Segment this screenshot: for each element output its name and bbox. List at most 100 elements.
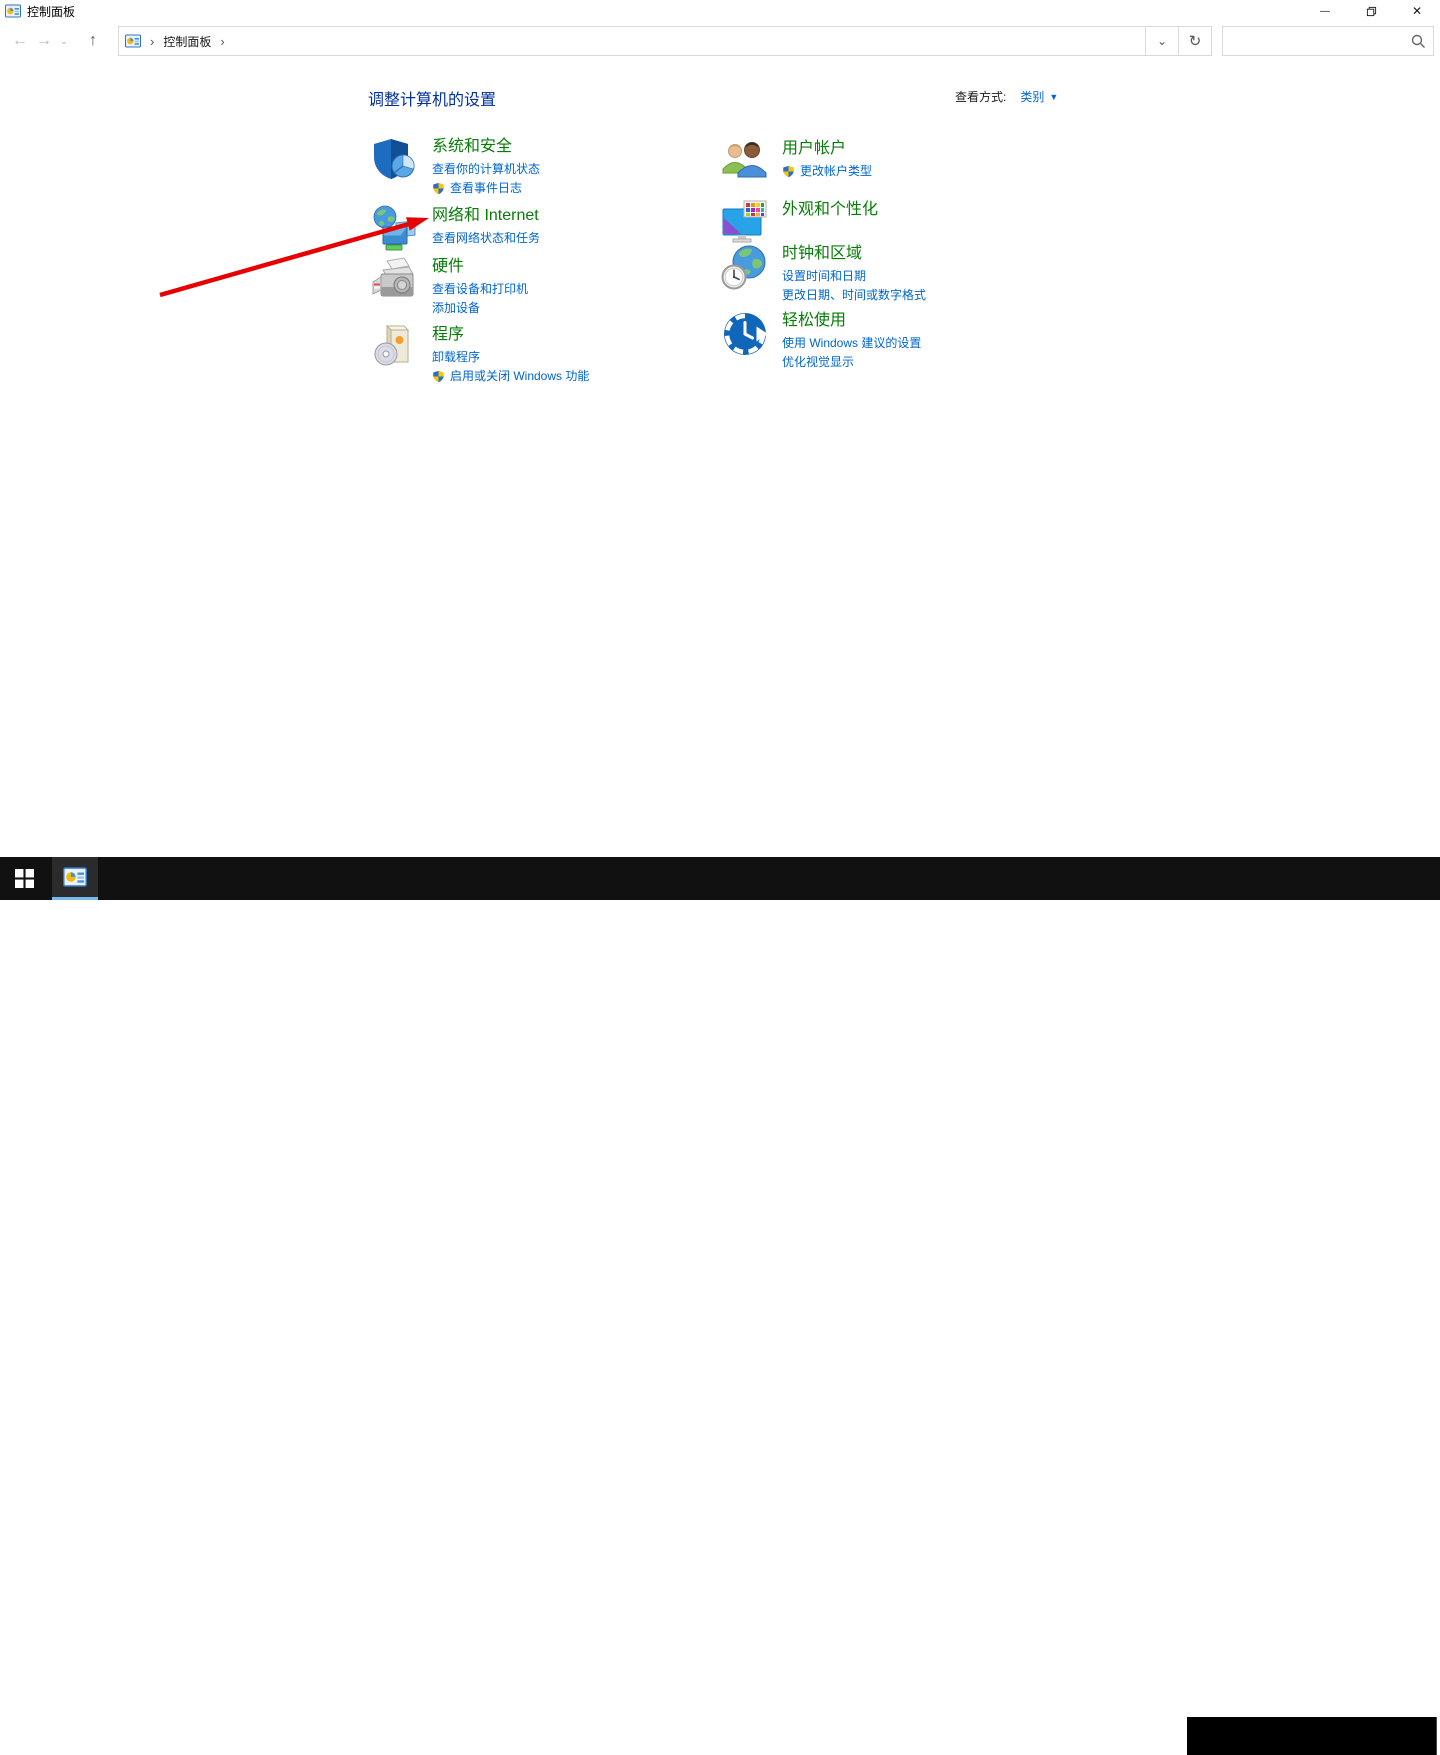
category-hardware: 硬件查看设备和打印机添加设备 <box>371 256 528 318</box>
category-programs: 程序卸载程序启用或关闭 Windows 功能 <box>371 324 589 386</box>
category-task-link[interactable]: 使用 Windows 建议的设置 <box>782 334 921 353</box>
category-task-link[interactable]: 查看设备和打印机 <box>432 280 528 299</box>
category-text: 轻松使用使用 Windows 建议的设置优化视觉显示 <box>782 310 921 372</box>
appearance-icon[interactable] <box>721 199 769 247</box>
category-title-link[interactable]: 硬件 <box>432 257 528 277</box>
taskbar-app-control-panel[interactable] <box>52 857 98 900</box>
category-user-accounts: 用户帐户更改帐户类型 <box>721 138 872 186</box>
close-icon: ✕ <box>1412 4 1422 18</box>
start-button[interactable] <box>0 857 48 900</box>
category-text: 程序卸载程序启用或关闭 Windows 功能 <box>432 324 589 386</box>
task-link-label: 设置时间和日期 <box>782 267 866 286</box>
category-title-link[interactable]: 用户帐户 <box>782 139 872 159</box>
network-internet-icon[interactable] <box>371 205 419 253</box>
close-button[interactable]: ✕ <box>1394 0 1440 22</box>
windows-logo-icon <box>15 869 34 888</box>
address-bar[interactable]: › 控制面板 › ⌄ ↻ <box>118 26 1212 56</box>
clock-region-icon[interactable] <box>721 243 769 291</box>
task-link-label: 添加设备 <box>432 299 480 318</box>
refresh-button[interactable]: ↻ <box>1178 27 1211 55</box>
task-link-label: 查看设备和打印机 <box>432 280 528 299</box>
view-by-dropdown[interactable]: 类别 ▼ <box>1020 88 1058 105</box>
restore-button[interactable] <box>1348 0 1394 22</box>
uac-shield-icon <box>432 181 445 196</box>
window-controls: — ✕ <box>1302 0 1440 22</box>
category-task-link[interactable]: 优化视觉显示 <box>782 353 921 372</box>
category-clock-region: 时钟和区域设置时间和日期更改日期、时间或数字格式 <box>721 243 926 305</box>
category-text: 硬件查看设备和打印机添加设备 <box>432 256 528 318</box>
control-panel-icon <box>63 865 87 889</box>
hardware-icon[interactable] <box>371 256 419 304</box>
system-security-icon[interactable] <box>371 136 419 184</box>
page-title: 调整计算机的设置 <box>368 86 496 110</box>
task-link-label: 更改日期、时间或数字格式 <box>782 286 926 305</box>
programs-icon[interactable] <box>371 324 419 372</box>
category-title-link[interactable]: 时钟和区域 <box>782 244 926 264</box>
category-task-link[interactable]: 添加设备 <box>432 299 528 318</box>
category-text: 时钟和区域设置时间和日期更改日期、时间或数字格式 <box>782 243 926 305</box>
chevron-down-icon: ⌄ <box>1157 34 1167 48</box>
task-link-label: 使用 Windows 建议的设置 <box>782 334 921 353</box>
task-link-label: 优化视觉显示 <box>782 353 854 372</box>
refresh-icon: ↻ <box>1189 32 1202 50</box>
back-button[interactable]: ← <box>8 27 32 55</box>
task-link-label: 查看你的计算机状态 <box>432 160 540 179</box>
category-task-link[interactable]: 更改帐户类型 <box>782 162 872 181</box>
uac-shield-icon <box>432 369 445 384</box>
category-title-link[interactable]: 程序 <box>432 325 589 345</box>
category-task-link[interactable]: 设置时间和日期 <box>782 267 926 286</box>
up-arrow-icon: ↑ <box>89 32 97 50</box>
caret-down-icon: ▼ <box>1049 92 1058 102</box>
category-ease-of-access: 轻松使用使用 Windows 建议的设置优化视觉显示 <box>721 310 921 372</box>
user-accounts-icon[interactable] <box>721 138 769 186</box>
category-title-link[interactable]: 轻松使用 <box>782 311 921 331</box>
category-network-internet: 网络和 Internet 查看网络状态和任务 <box>371 205 540 253</box>
category-title-link[interactable]: 外观和个性化 <box>782 200 878 220</box>
control-panel-icon <box>125 33 141 49</box>
category-appearance: 外观和个性化 <box>721 199 878 247</box>
category-task-link[interactable]: 启用或关闭 Windows 功能 <box>432 367 589 386</box>
task-link-label: 查看网络状态和任务 <box>432 229 540 248</box>
back-icon: ← <box>12 32 28 50</box>
taskbar <box>0 857 1440 900</box>
category-text: 用户帐户更改帐户类型 <box>782 138 872 181</box>
search-icon <box>1411 34 1426 49</box>
category-task-link[interactable]: 查看你的计算机状态 <box>432 160 540 179</box>
category-text: 网络和 Internet 查看网络状态和任务 <box>432 205 540 248</box>
navigation-bar: ← → ⌄ ↑ › 控制面板 › ⌄ ↻ <box>0 22 1440 60</box>
task-link-label: 查看事件日志 <box>450 179 522 198</box>
minimize-icon: — <box>1320 6 1330 17</box>
category-text: 系统和安全查看你的计算机状态查看事件日志 <box>432 136 540 198</box>
category-title-link[interactable]: 网络和 Internet <box>432 206 540 226</box>
recent-pages-button[interactable]: ⌄ <box>56 27 72 55</box>
breadcrumb-chevron-icon: › <box>150 34 154 49</box>
category-system-security: 系统和安全查看你的计算机状态查看事件日志 <box>371 136 540 198</box>
search-input[interactable] <box>1223 27 1433 55</box>
category-title-link[interactable]: 系统和安全 <box>432 137 540 157</box>
address-dropdown-button[interactable]: ⌄ <box>1145 27 1178 55</box>
breadcrumb-control-panel[interactable]: 控制面板 <box>163 33 211 50</box>
window-title: 控制面板 <box>27 3 75 20</box>
category-text: 外观和个性化 <box>782 199 878 223</box>
up-button[interactable]: ↑ <box>80 27 106 55</box>
forward-button[interactable]: → <box>32 27 56 55</box>
breadcrumb-chevron-icon[interactable]: › <box>220 34 224 49</box>
taskbar-black-region <box>1187 1717 1437 1755</box>
task-link-label: 启用或关闭 Windows 功能 <box>450 367 589 386</box>
forward-icon: → <box>36 32 52 50</box>
view-by-control: 查看方式: 类别 ▼ <box>955 88 1058 105</box>
category-task-link[interactable]: 更改日期、时间或数字格式 <box>782 286 926 305</box>
category-task-link[interactable]: 卸载程序 <box>432 348 589 367</box>
task-link-label: 更改帐户类型 <box>800 162 872 181</box>
ease-of-access-icon[interactable] <box>721 310 769 358</box>
uac-shield-icon <box>782 164 795 179</box>
task-link-label: 卸载程序 <box>432 348 480 367</box>
category-task-link[interactable]: 查看网络状态和任务 <box>432 229 540 248</box>
minimize-button[interactable]: — <box>1302 0 1348 22</box>
restore-icon <box>1366 6 1377 17</box>
chevron-down-icon: ⌄ <box>60 36 68 47</box>
title-bar: 控制面板 <box>0 0 1440 22</box>
category-task-link[interactable]: 查看事件日志 <box>432 179 540 198</box>
search-box <box>1222 26 1434 56</box>
view-by-value: 类别 <box>1020 88 1044 105</box>
